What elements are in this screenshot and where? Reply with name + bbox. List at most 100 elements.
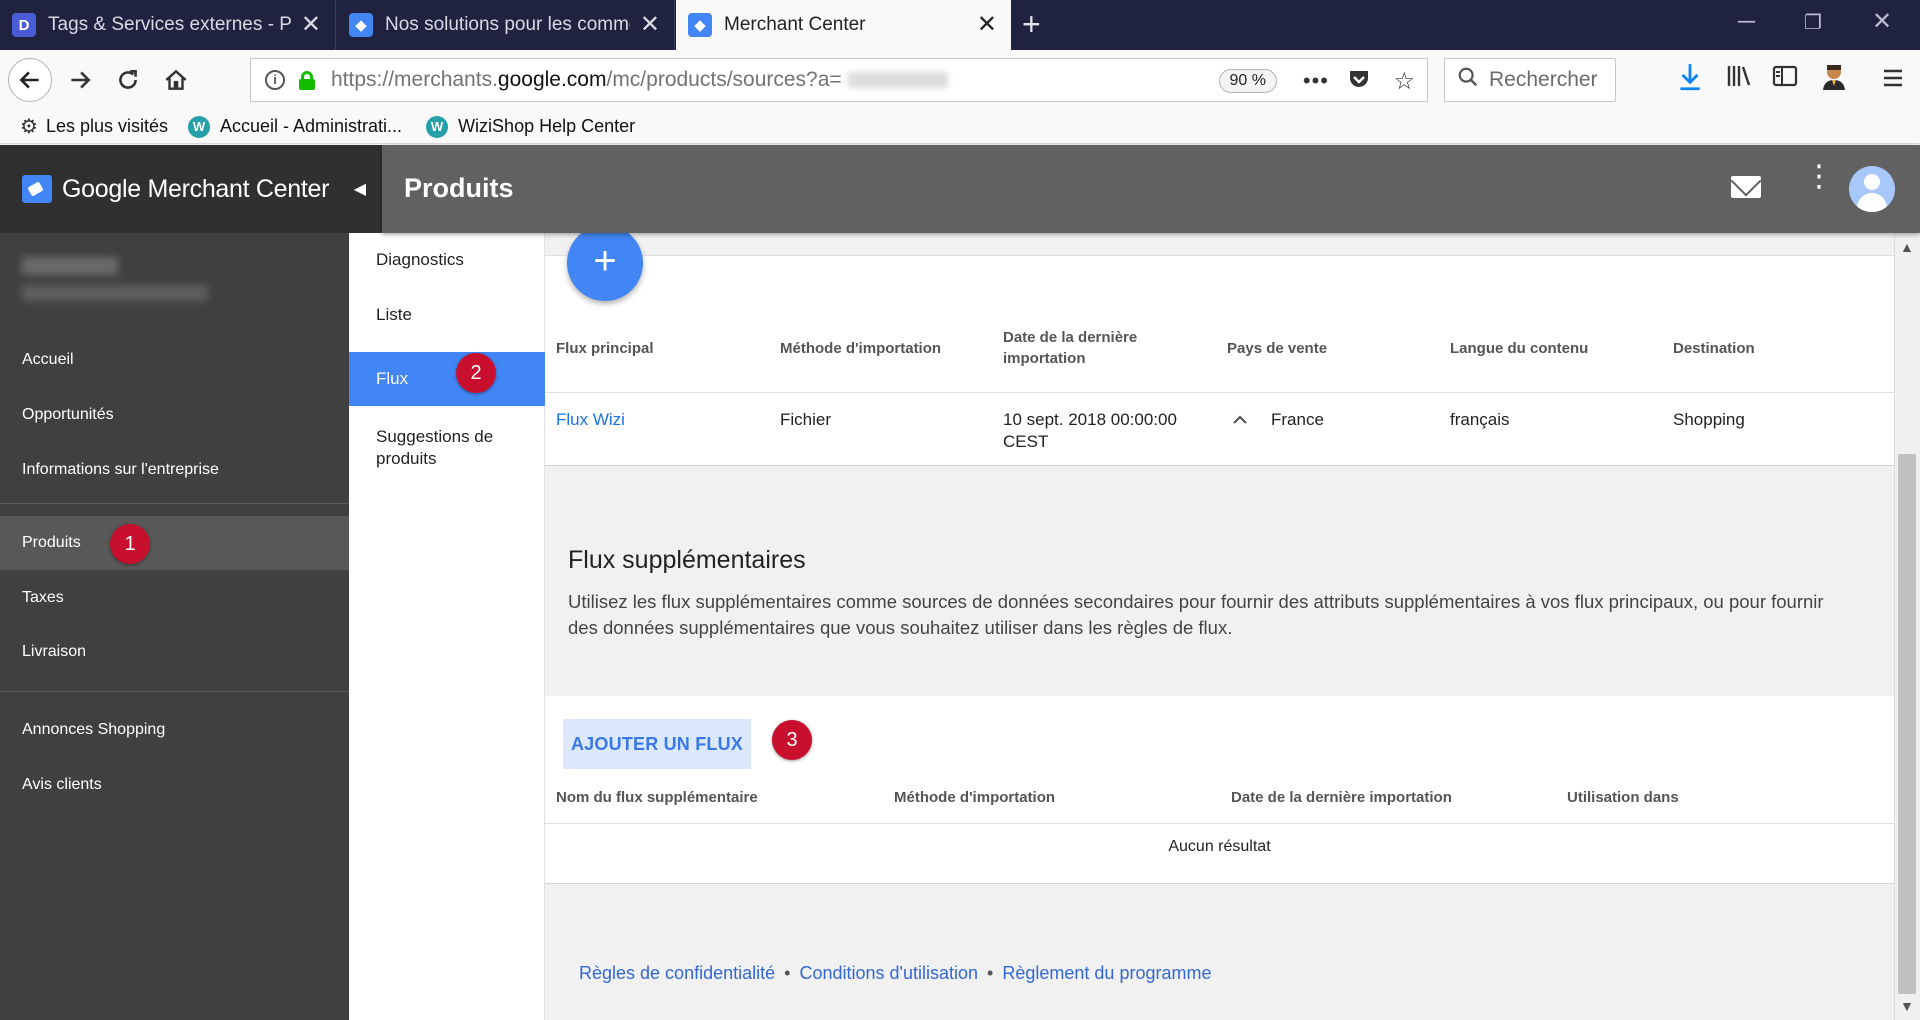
url-text[interactable]: https://merchants.google.com/mc/products… xyxy=(331,68,948,92)
sidebar-item-annonces-shopping[interactable]: Annonces Shopping xyxy=(0,703,349,757)
sidebar-divider xyxy=(0,503,349,504)
info-icon[interactable]: i xyxy=(265,70,285,90)
feed-name-link[interactable]: Flux Wizi xyxy=(556,409,625,431)
scrollbar-thumb[interactable] xyxy=(1898,454,1916,994)
forward-button[interactable] xyxy=(62,62,98,98)
menu-hamburger-icon[interactable] xyxy=(1882,62,1904,98)
account-info-redacted[interactable] xyxy=(22,257,208,301)
scroll-down-icon[interactable]: ▼ xyxy=(1900,998,1914,1014)
supplemental-feeds-card: AJOUTER UN FLUX Nom du flux supplémentai… xyxy=(545,696,1894,884)
column-header[interactable]: Nom du flux supplémentaire xyxy=(556,787,758,808)
column-header[interactable]: Date de la dernière importation xyxy=(1003,327,1163,369)
browser-tab[interactable]: D Tags & Services externes - Préfé ✕ xyxy=(0,0,336,50)
gear-icon: ⚙ xyxy=(20,116,38,138)
subnav-item-diagnostics[interactable]: Diagnostics xyxy=(349,233,545,287)
subnav-item-liste[interactable]: Liste xyxy=(349,288,545,342)
library-icon[interactable] xyxy=(1725,62,1753,99)
sidebar-item-label: Informations sur l'entreprise xyxy=(22,461,219,478)
browser-tab-active[interactable]: ◆ Merchant Center ✕ xyxy=(676,0,1011,50)
sidebar-item-label: Produits xyxy=(22,534,81,551)
sidebar-item-livraison[interactable]: Livraison xyxy=(0,625,349,679)
scroll-up-icon[interactable]: ▲ xyxy=(1900,239,1914,255)
column-header[interactable]: Date de la dernière importation xyxy=(1231,787,1452,808)
bookmark-wizishop-help[interactable]: W WiziShop Help Center xyxy=(426,115,636,138)
profile-extension-icon[interactable] xyxy=(1820,62,1848,101)
column-header[interactable]: Utilisation dans xyxy=(1567,787,1679,808)
search-bar[interactable]: Rechercher xyxy=(1444,58,1616,102)
back-button[interactable] xyxy=(8,58,52,102)
terms-link[interactable]: Conditions d'utilisation xyxy=(799,963,978,983)
sidebar-toggle-icon[interactable] xyxy=(1772,62,1798,98)
column-header[interactable]: Langue du contenu xyxy=(1450,338,1588,359)
page-scrollbar[interactable]: ▲ ▼ xyxy=(1894,233,1920,1020)
avatar[interactable] xyxy=(1849,166,1895,212)
more-vert-icon[interactable]: ⋮ xyxy=(1804,162,1834,192)
sidebar-item-produits[interactable]: Produits xyxy=(0,516,349,570)
primary-feeds-card: Flux principal Méthode d'importation Dat… xyxy=(545,255,1894,466)
mail-icon[interactable] xyxy=(1731,176,1761,198)
close-window-icon[interactable]: ✕ xyxy=(1872,10,1892,34)
divider xyxy=(545,883,1894,884)
column-header[interactable]: Méthode d'importation xyxy=(894,787,1055,808)
pocket-icon[interactable] xyxy=(1347,67,1371,98)
annotation-badge-2: 2 xyxy=(456,353,496,393)
new-tab-button[interactable]: + xyxy=(1022,8,1041,40)
section-title: Flux supplémentaires xyxy=(568,546,806,574)
column-header[interactable]: Pays de vente xyxy=(1227,338,1327,359)
address-bar[interactable]: i https://merchants.google.com/mc/produc… xyxy=(250,58,1428,102)
collapse-sidebar-icon[interactable]: ◀ xyxy=(354,179,366,199)
bookmark-label: Les plus visités xyxy=(45,116,168,136)
close-tab-icon[interactable]: ✕ xyxy=(640,13,660,37)
lock-icon[interactable] xyxy=(299,71,315,90)
brand-header: Google Merchant Center ◀ xyxy=(0,145,382,233)
arrow-left-icon xyxy=(19,71,39,89)
close-tab-icon[interactable]: ✕ xyxy=(301,13,321,37)
close-tab-icon[interactable]: ✕ xyxy=(977,13,997,37)
column-header[interactable]: Flux principal xyxy=(556,338,654,359)
column-header[interactable]: Destination xyxy=(1673,338,1755,359)
subnav-item-flux[interactable]: Flux xyxy=(349,352,545,406)
sidebar-item-taxes[interactable]: Taxes xyxy=(0,571,349,625)
subnav-item-suggestions[interactable]: Suggestions de produits xyxy=(349,418,519,478)
sidebar-item-informations[interactable]: Informations sur l'entreprise xyxy=(0,443,349,497)
section-description: Utilisez les flux supplémentaires comme … xyxy=(568,591,1824,638)
more-actions-icon[interactable]: ••• xyxy=(1303,68,1329,94)
divider xyxy=(545,392,1894,393)
page-title: Produits xyxy=(404,173,514,203)
bookmark-accueil[interactable]: W Accueil - Administrati... xyxy=(188,115,402,138)
home-button[interactable] xyxy=(158,62,194,98)
column-header[interactable]: Méthode d'importation xyxy=(780,338,941,359)
sidebar-item-avis-clients[interactable]: Avis clients xyxy=(0,758,349,812)
reload-button[interactable] xyxy=(110,62,146,98)
chevron-up-icon[interactable] xyxy=(1231,409,1249,431)
home-icon xyxy=(165,69,187,90)
tab-title: Merchant Center xyxy=(724,14,866,35)
privacy-link[interactable]: Règles de confidentialité xyxy=(579,963,775,983)
browser-tab[interactable]: ◆ Nos solutions pour les commerc ✕ xyxy=(337,0,675,50)
main-sidebar: Accueil Opportunités Informations sur l'… xyxy=(0,233,349,1020)
browser-tab-bar: D Tags & Services externes - Préfé ✕ ◆ N… xyxy=(0,0,1920,50)
tab-favicon-icon: D xyxy=(12,13,36,37)
add-feed-button[interactable]: AJOUTER UN FLUX xyxy=(563,719,751,769)
sidebar-item-label: Avis clients xyxy=(22,776,102,793)
download-icon[interactable] xyxy=(1677,62,1703,101)
subnav-item-label: Suggestions de produits xyxy=(376,427,494,468)
reload-icon xyxy=(119,70,137,89)
zoom-level-badge[interactable]: 90 % xyxy=(1218,69,1277,93)
sidebar-item-opportunites[interactable]: Opportunités xyxy=(0,388,349,442)
bookmark-most-visited[interactable]: ⚙ Les plus visités xyxy=(20,114,168,139)
restore-icon[interactable]: ❐ xyxy=(1804,13,1822,33)
redacted-account-id xyxy=(847,72,948,89)
sidebar-item-label: Annonces Shopping xyxy=(22,721,166,738)
brand-title[interactable]: Google Merchant Center xyxy=(62,175,329,204)
minimize-icon[interactable]: ─ xyxy=(1738,10,1755,34)
sidebar-item-accueil[interactable]: Accueil xyxy=(0,333,349,387)
bookmark-label: WiziShop Help Center xyxy=(458,116,636,136)
merchant-center-logo-icon[interactable] xyxy=(22,175,52,203)
search-placeholder: Rechercher xyxy=(1489,68,1598,91)
sidebar-item-label: Accueil xyxy=(22,351,74,368)
sidebar-divider xyxy=(0,691,349,692)
bookmark-star-icon[interactable]: ☆ xyxy=(1393,67,1415,96)
annotation-badge-3: 3 xyxy=(772,720,812,760)
program-policies-link[interactable]: Règlement du programme xyxy=(1002,963,1211,983)
